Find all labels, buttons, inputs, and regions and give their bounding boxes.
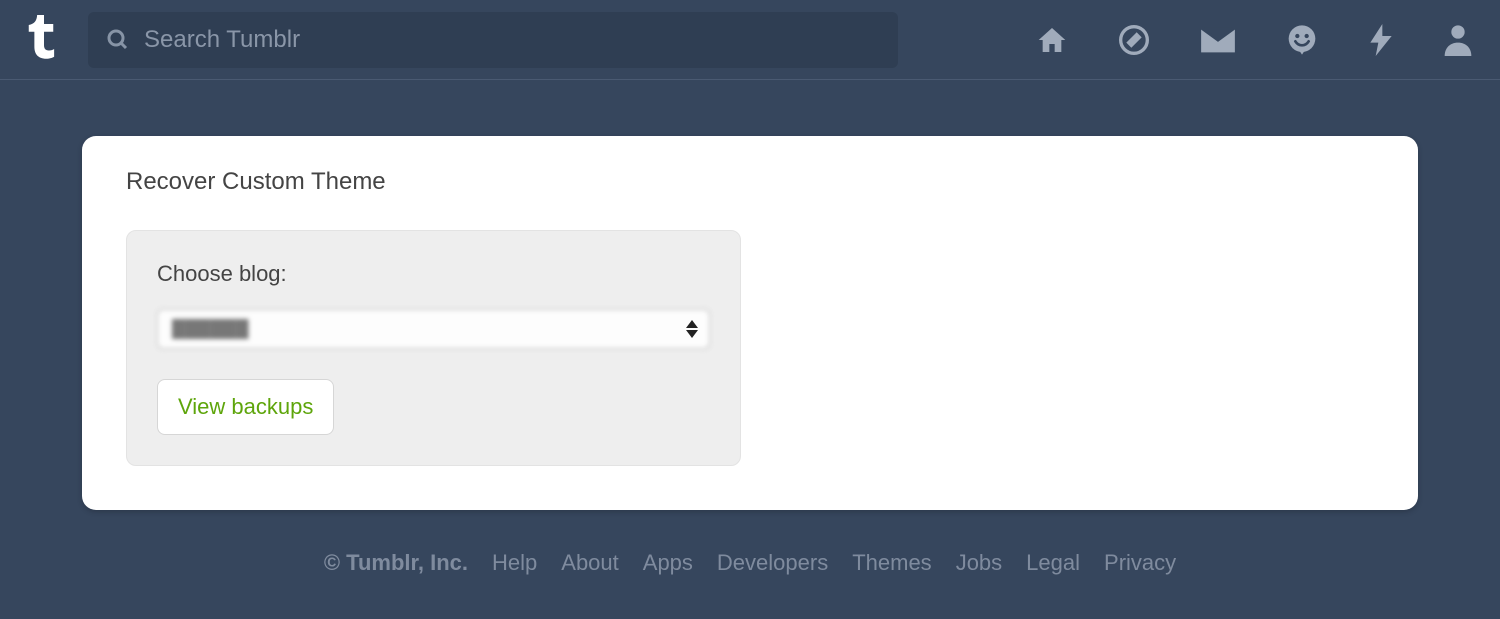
footer-copyright: © Tumblr, Inc. (324, 550, 468, 576)
blog-select[interactable]: ██████ (157, 309, 710, 349)
footer-link-legal[interactable]: Legal (1026, 550, 1080, 576)
tumblr-logo[interactable] (20, 10, 60, 70)
top-navbar (0, 0, 1500, 80)
footer-link-developers[interactable]: Developers (717, 550, 828, 576)
page-container: Recover Custom Theme Choose blog: ██████… (0, 80, 1500, 576)
search-container (88, 12, 898, 68)
mail-icon[interactable] (1200, 26, 1236, 54)
footer-link-jobs[interactable]: Jobs (956, 550, 1002, 576)
smiley-icon[interactable] (1286, 24, 1318, 56)
home-icon[interactable] (1036, 24, 1068, 56)
view-backups-button[interactable]: View backups (157, 379, 334, 435)
blog-select-wrap: ██████ (157, 309, 710, 349)
page-title: Recover Custom Theme (126, 168, 1374, 196)
compass-icon[interactable] (1118, 24, 1150, 56)
footer: © Tumblr, Inc. Help About Apps Developer… (82, 550, 1418, 576)
choose-blog-panel: Choose blog: ██████ View backups (126, 230, 741, 466)
footer-link-about[interactable]: About (561, 550, 619, 576)
main-card: Recover Custom Theme Choose blog: ██████… (82, 136, 1418, 510)
lightning-icon[interactable] (1368, 24, 1394, 56)
person-icon[interactable] (1444, 24, 1472, 56)
search-icon (106, 28, 130, 52)
footer-link-privacy[interactable]: Privacy (1104, 550, 1176, 576)
choose-blog-label: Choose blog: (157, 261, 710, 287)
search-input[interactable] (144, 26, 880, 54)
footer-link-help[interactable]: Help (492, 550, 537, 576)
footer-link-themes[interactable]: Themes (852, 550, 931, 576)
footer-link-apps[interactable]: Apps (643, 550, 693, 576)
nav-right (1036, 24, 1472, 56)
